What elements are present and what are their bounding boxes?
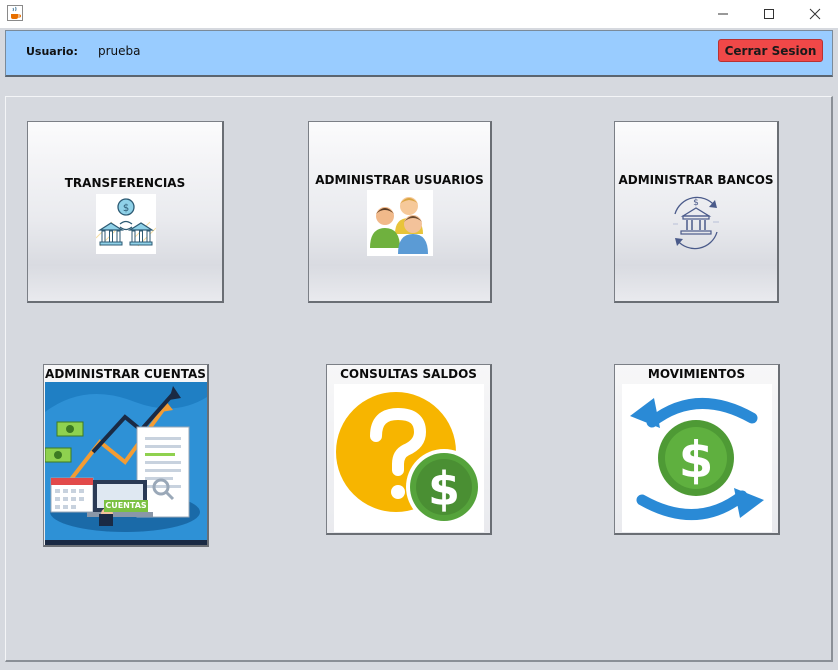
- minimize-button[interactable]: [700, 0, 746, 28]
- tile-label: ADMINISTRAR BANCOS: [618, 173, 774, 187]
- maximize-button[interactable]: [746, 0, 792, 28]
- user-value: prueba: [98, 44, 141, 58]
- tile-label: MOVIMIENTOS: [647, 367, 746, 381]
- tile-label: ADMINISTRAR USUARIOS: [315, 173, 484, 187]
- window-content: Usuario: prueba Cerrar Sesion TRANSFEREN…: [0, 28, 838, 670]
- java-cup-icon: [7, 5, 23, 21]
- close-icon: [809, 8, 821, 20]
- minimize-icon: [718, 13, 728, 15]
- bank-cycle-icon: $: [673, 196, 719, 250]
- accounts-illustration: [45, 382, 207, 545]
- dollar-exchange-icon: $: [622, 384, 772, 532]
- consultas-saldos-button[interactable]: CONSULTAS SALDOS $: [326, 364, 492, 535]
- bank-transfer-icon: $: [96, 194, 156, 254]
- administrar-cuentas-button[interactable]: ADMINISTRAR CUENTAS CUENTAS: [43, 364, 209, 547]
- users-group-icon: [367, 190, 433, 256]
- question-dollar-icon: $: [334, 384, 484, 532]
- logout-button[interactable]: Cerrar Sesion: [718, 39, 823, 62]
- tile-label: ADMINISTRAR CUENTAS: [45, 367, 206, 381]
- administrar-bancos-button[interactable]: ADMINISTRAR BANCOS $: [614, 121, 779, 303]
- tile-label: CONSULTAS SALDOS: [340, 367, 477, 381]
- administrar-usuarios-button[interactable]: ADMINISTRAR USUARIOS: [308, 121, 492, 303]
- user-label: Usuario:: [26, 45, 78, 58]
- svg-text:$: $: [123, 203, 129, 214]
- menu-panel: TRANSFERENCIAS $ ADMINISTRAR USUARIOS AD…: [5, 96, 833, 662]
- tile-label: TRANSFERENCIAS: [64, 176, 186, 190]
- svg-text:$: $: [428, 462, 460, 516]
- svg-text:$: $: [679, 431, 714, 489]
- window-title-bar: [0, 0, 838, 28]
- cuentas-badge: CUENTAS: [104, 500, 148, 512]
- transferencias-button[interactable]: TRANSFERENCIAS $: [27, 121, 224, 303]
- movimientos-button[interactable]: MOVIMIENTOS $: [614, 364, 780, 535]
- svg-text:$: $: [693, 198, 699, 208]
- session-header: Usuario: prueba Cerrar Sesion: [5, 30, 833, 77]
- maximize-icon: [764, 9, 774, 19]
- close-button[interactable]: [792, 0, 838, 28]
